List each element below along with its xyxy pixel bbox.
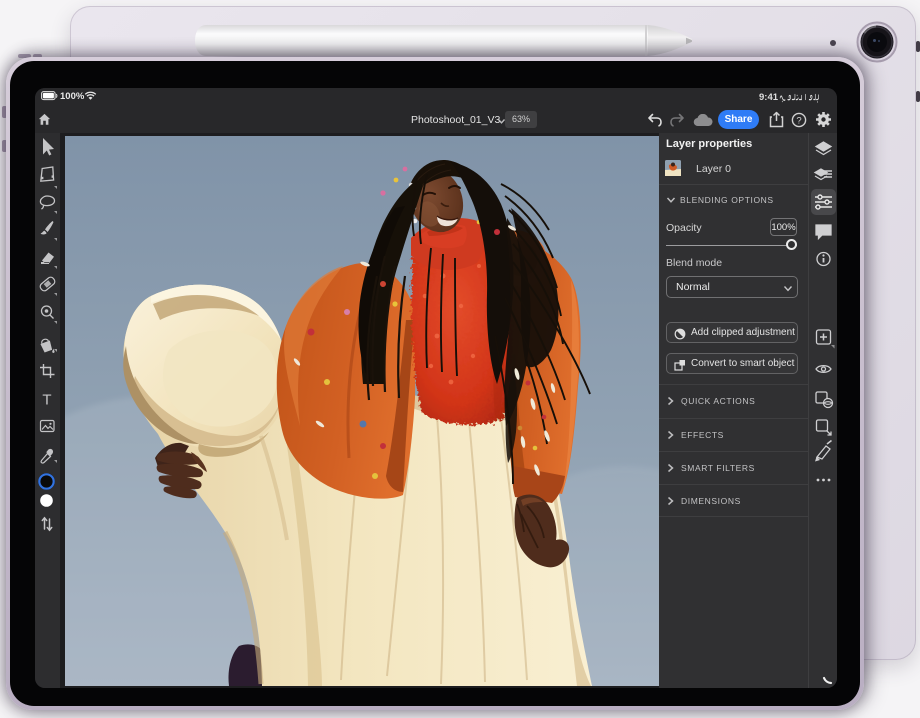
svg-text:T: T bbox=[42, 392, 51, 409]
svg-text:?: ? bbox=[796, 115, 801, 126]
